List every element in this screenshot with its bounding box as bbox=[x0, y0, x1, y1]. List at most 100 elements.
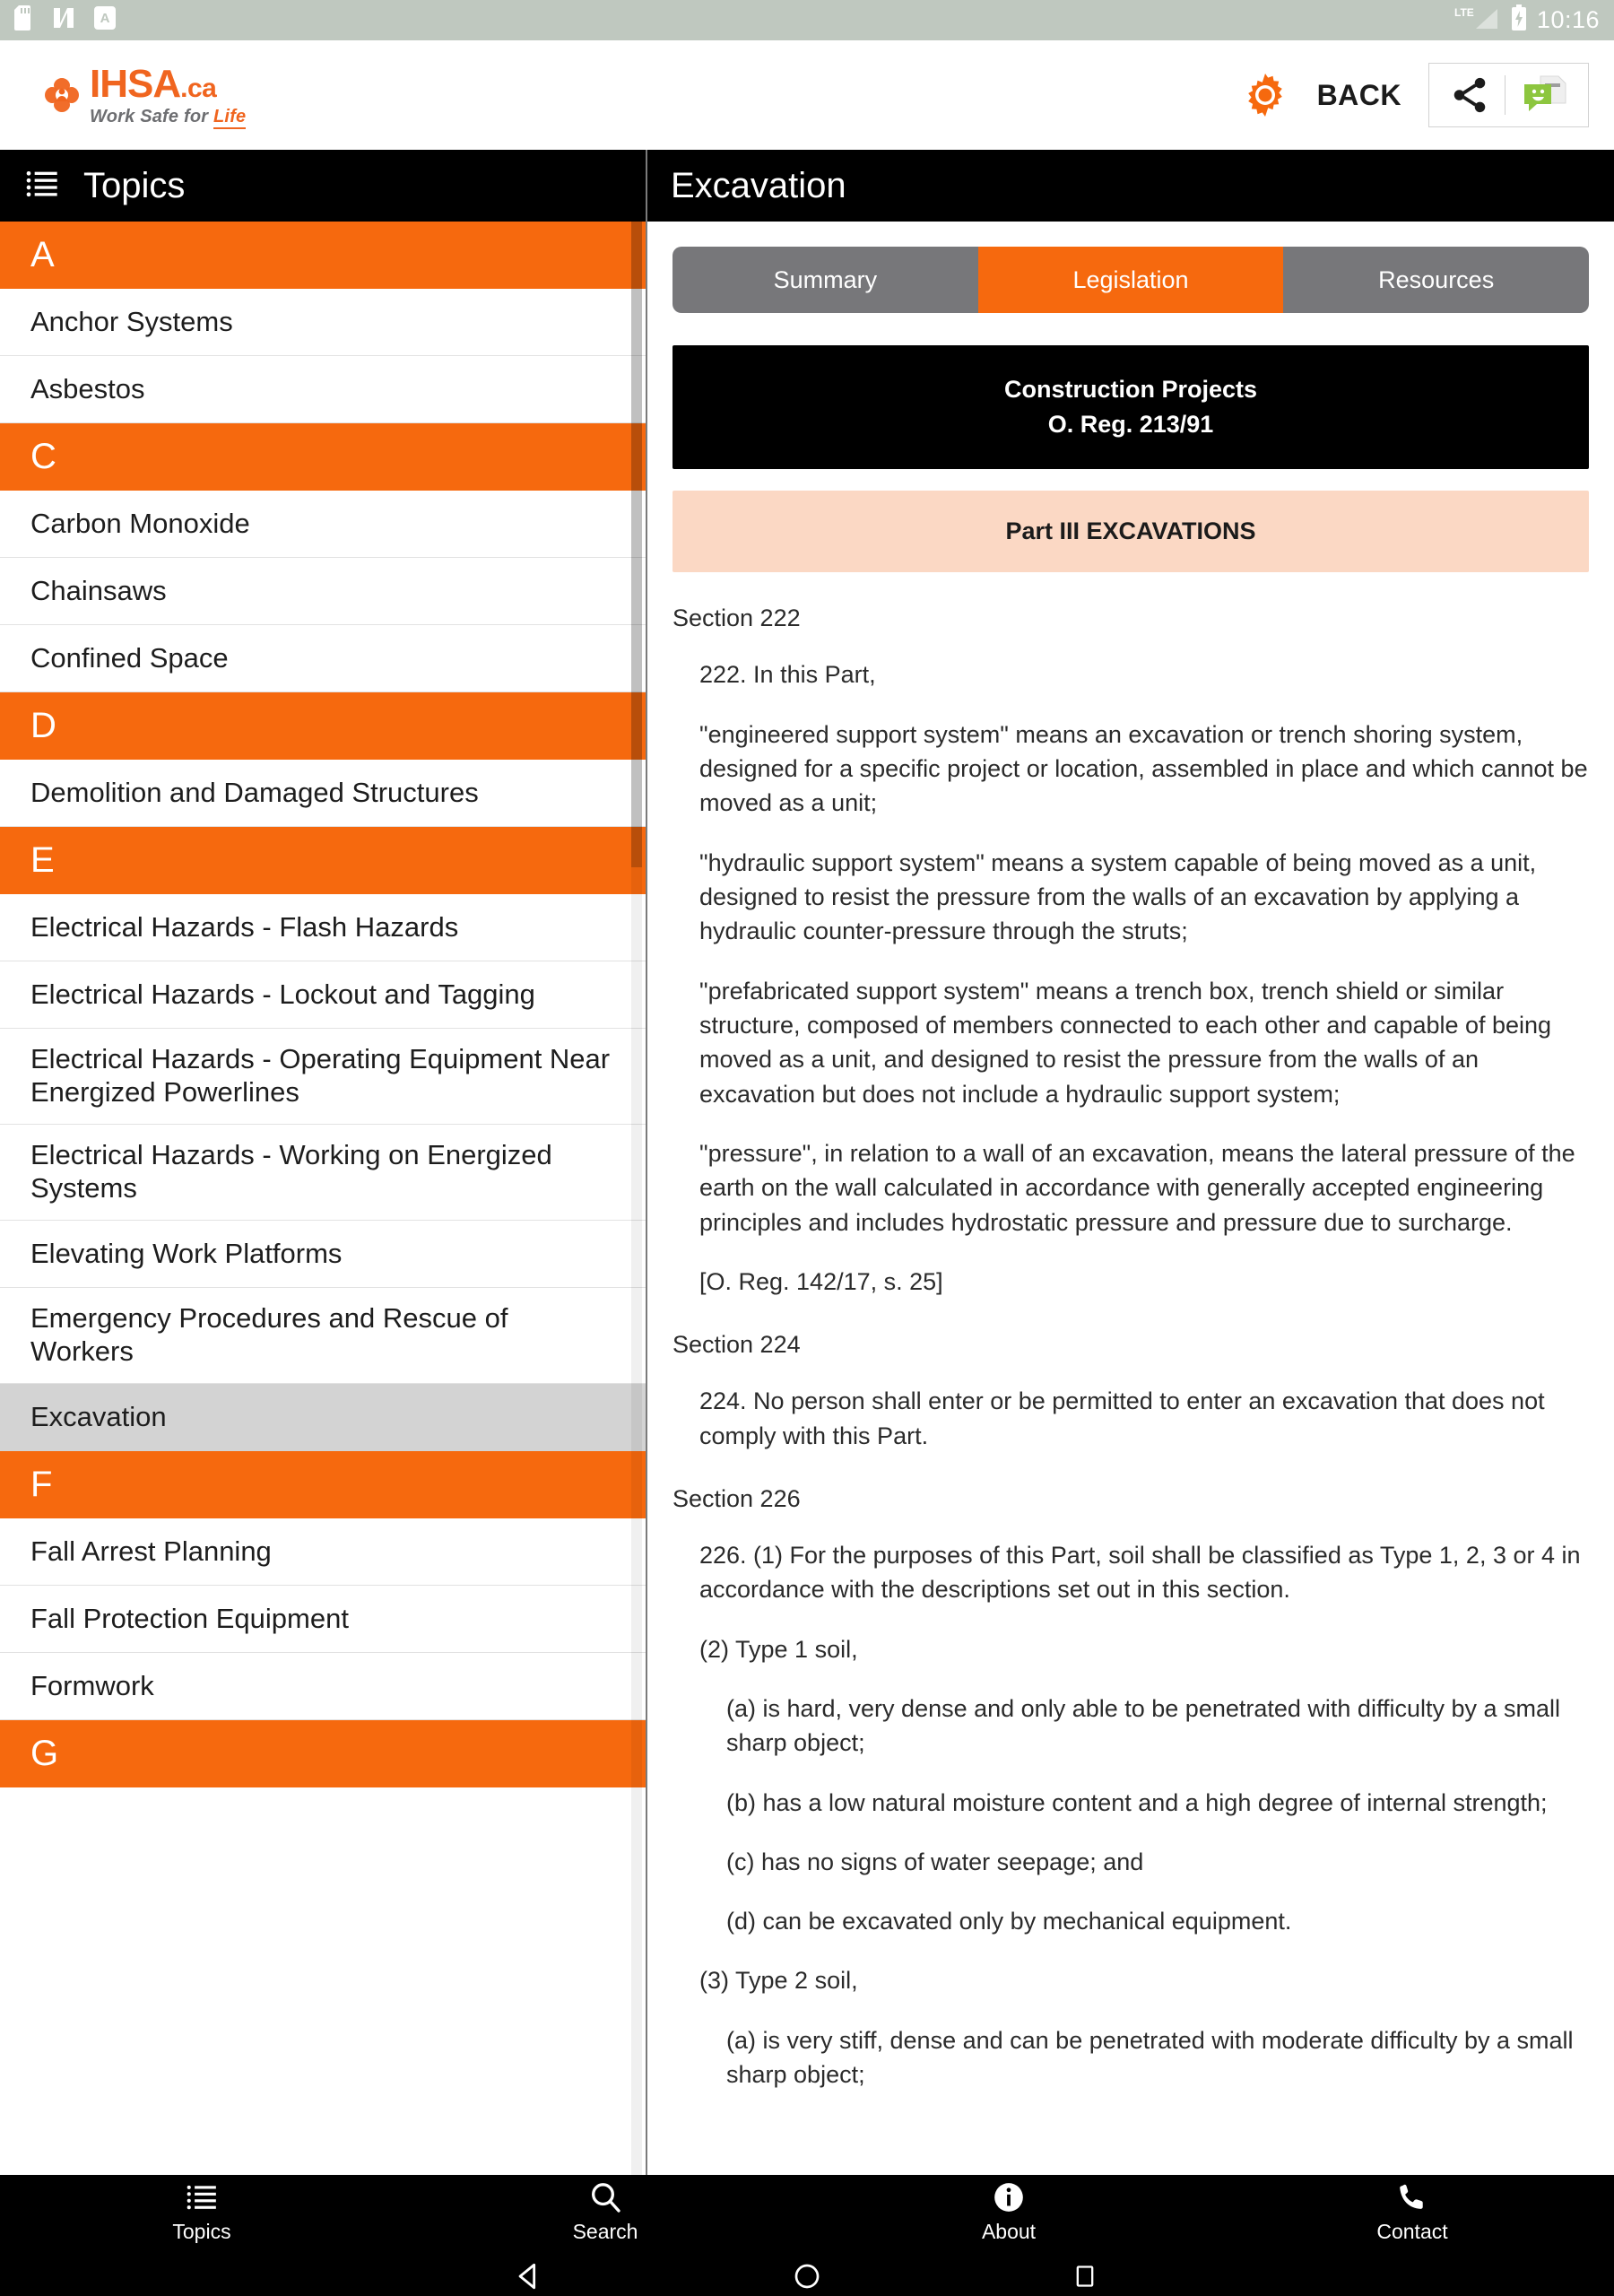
sidebar-item[interactable]: Chainsaws bbox=[0, 558, 646, 625]
letter-header-f: F bbox=[0, 1451, 646, 1518]
document-paragraph: (c) has no signs of water seepage; and bbox=[726, 1848, 1144, 1875]
sidebar-item[interactable]: Electrical Hazards - Working on Energize… bbox=[0, 1125, 646, 1221]
back-triangle-icon[interactable] bbox=[502, 2258, 556, 2294]
tab-resources[interactable]: Resources bbox=[1283, 247, 1589, 313]
content-tabs[interactable]: Summary Legislation Resources bbox=[672, 247, 1589, 313]
document-paragraph: 224. No person shall enter or be permitt… bbox=[699, 1387, 1545, 1449]
logo-tagline-accent: Life bbox=[213, 107, 247, 129]
a-badge-icon: A bbox=[93, 5, 117, 35]
bottom-nav-item-topics[interactable]: Topics bbox=[112, 2179, 291, 2244]
sidebar-item[interactable]: Confined Space bbox=[0, 625, 646, 692]
letter-header-c: C bbox=[0, 423, 646, 491]
ihsa-logo: IHSA .ca Work Safe for Life bbox=[41, 62, 247, 129]
document-paragraph: "hydraulic support system" means a syste… bbox=[699, 848, 1537, 945]
status-bar: A LTE 10:16 bbox=[0, 0, 1614, 40]
sidebar-item[interactable]: Asbestos bbox=[0, 356, 646, 423]
logo-name: IHSA bbox=[90, 62, 181, 106]
document-paragraph: [O. Reg. 142/17, s. 25] bbox=[699, 1267, 943, 1295]
share-toolbar bbox=[1428, 63, 1589, 127]
sidebar-item[interactable]: Fall Arrest Planning bbox=[0, 1518, 646, 1586]
bottom-nav-label: About bbox=[981, 2220, 1037, 2243]
regulation-title-line2: O. Reg. 213/91 bbox=[1047, 411, 1214, 439]
gear-icon[interactable] bbox=[1240, 70, 1290, 120]
bottom-nav-label: Contact bbox=[1376, 2220, 1448, 2243]
svg-text:A: A bbox=[100, 11, 110, 26]
bottom-nav-items[interactable]: Topics Search About Contact bbox=[0, 2175, 1614, 2256]
ihsa-logo-text: IHSA .ca Work Safe for Life bbox=[90, 62, 247, 129]
home-circle-icon[interactable] bbox=[780, 2258, 834, 2294]
letter-header-g: G bbox=[0, 1720, 646, 1787]
list-icon bbox=[185, 2179, 219, 2216]
status-bar-right-icons: LTE 10:16 bbox=[1453, 4, 1600, 36]
sidebar-scrollbar-thumb[interactable] bbox=[631, 222, 642, 867]
battery-charging-icon bbox=[1510, 4, 1528, 36]
document-paragraph: 222. In this Part, bbox=[699, 661, 876, 689]
letter-header-d: D bbox=[0, 692, 646, 760]
document-paragraph: (d) can be excavated only by mechanical … bbox=[726, 1908, 1292, 1935]
app-header: IHSA .ca Work Safe for Life BACK bbox=[0, 40, 1614, 150]
sidebar-item[interactable]: Electrical Hazards - Operating Equipment… bbox=[0, 1029, 646, 1125]
sidebar-title: Topics bbox=[83, 165, 186, 205]
regulation-title-line1: Construction Projects bbox=[1003, 376, 1258, 403]
document-paragraph: "engineered support system" means an exc… bbox=[699, 720, 1588, 817]
legislation-document: Construction Projects O. Reg. 213/91 Par… bbox=[672, 345, 1589, 2175]
phone-icon bbox=[1395, 2179, 1429, 2216]
info-icon bbox=[992, 2179, 1026, 2216]
sidebar-item[interactable]: Formwork bbox=[0, 1653, 646, 1720]
status-bar-left-icons: A bbox=[14, 5, 117, 35]
sidebar-item[interactable]: Emergency Procedures and Rescue of Worke… bbox=[0, 1288, 646, 1384]
sidebar-item[interactable]: Anchor Systems bbox=[0, 289, 646, 356]
document-paragraph: (a) is hard, very dense and only able to… bbox=[726, 1694, 1561, 1757]
bottom-nav-item-contact[interactable]: Contact bbox=[1323, 2179, 1502, 2244]
regulation-title-block: Construction Projects O. Reg. 213/91 bbox=[672, 345, 1589, 470]
section-label: Section 222 bbox=[672, 604, 801, 632]
share-icon[interactable] bbox=[1435, 65, 1505, 126]
nougat-icon bbox=[52, 5, 75, 35]
topics-list[interactable]: A Anchor Systems Asbestos C Carbon Monoxide C… bbox=[0, 222, 646, 1787]
content-panel: Excavation Summary Legislation Resources C… bbox=[647, 150, 1614, 2175]
lte-signal-icon: LTE bbox=[1453, 4, 1501, 36]
sidebar-item[interactable]: Fall Protection Equipment bbox=[0, 1586, 646, 1653]
content-header: Excavation bbox=[647, 150, 1614, 222]
page-title: Excavation bbox=[671, 165, 846, 205]
part-title-block: Part III EXCAVATIONS bbox=[672, 491, 1589, 573]
sidebar-header: Topics bbox=[0, 150, 646, 222]
sidebar-item[interactable]: Electrical Hazards - Lockout and Tagging bbox=[0, 961, 646, 1029]
sidebar-scrollbar[interactable] bbox=[631, 222, 642, 2175]
system-navigation bbox=[0, 2256, 1614, 2296]
document-paragraph: (b) has a low natural moisture content a… bbox=[726, 1788, 1548, 1816]
sidebar-item[interactable]: Demolition and Damaged Structures bbox=[0, 760, 646, 827]
status-bar-clock: 10:16 bbox=[1536, 6, 1600, 33]
main-split: Topics A Anchor Systems Asbestos C Carbon Mo… bbox=[0, 150, 1614, 2175]
letter-header-a: A bbox=[0, 222, 646, 289]
sidebar-item[interactable]: Electrical Hazards - Flash Hazards bbox=[0, 894, 646, 961]
bottom-nav-item-search[interactable]: Search bbox=[516, 2179, 695, 2244]
document-body: Section 222 222. In this Part, "engineered… bbox=[672, 604, 1589, 2092]
topics-sidebar: Topics A Anchor Systems Asbestos C Carbon Mo… bbox=[0, 150, 647, 2175]
sd-card-icon bbox=[14, 5, 34, 35]
logo-tagline: Work Safe for Life bbox=[90, 107, 247, 129]
messaging-icon[interactable] bbox=[1506, 65, 1583, 126]
document-paragraph: "pressure", in relation to a wall of an … bbox=[699, 1139, 1575, 1236]
tab-summary[interactable]: Summary bbox=[672, 247, 978, 313]
document-paragraph: (2) Type 1 soil, bbox=[699, 1635, 858, 1663]
sidebar-item[interactable]: Carbon Monoxide bbox=[0, 491, 646, 558]
sidebar-item[interactable]: Excavation bbox=[0, 1384, 646, 1451]
logo-tagline-prefix: Work Safe for bbox=[90, 107, 214, 126]
document-paragraph: 226. (1) For the purposes of this Part, … bbox=[699, 1541, 1581, 1604]
sidebar-item[interactable]: Elevating Work Platforms bbox=[0, 1221, 646, 1288]
list-icon bbox=[24, 166, 60, 206]
back-button[interactable]: BACK bbox=[1317, 79, 1401, 112]
section-label: Section 226 bbox=[672, 1484, 801, 1512]
svg-text:LTE: LTE bbox=[1454, 6, 1474, 19]
ihsa-logo-mark-icon bbox=[41, 74, 82, 116]
recents-square-icon[interactable] bbox=[1058, 2258, 1112, 2294]
bottom-navigation: Topics Search About Contact bbox=[0, 2175, 1614, 2296]
tab-legislation[interactable]: Legislation bbox=[977, 247, 1284, 313]
document-paragraph: "prefabricated support system" means a t… bbox=[699, 977, 1552, 1108]
letter-header-e: E bbox=[0, 827, 646, 894]
section-label: Section 224 bbox=[672, 1331, 801, 1359]
bottom-nav-item-about[interactable]: About bbox=[919, 2179, 1098, 2244]
logo-suffix: .ca bbox=[180, 74, 217, 103]
document-paragraph: (3) Type 2 soil, bbox=[699, 1967, 858, 1995]
